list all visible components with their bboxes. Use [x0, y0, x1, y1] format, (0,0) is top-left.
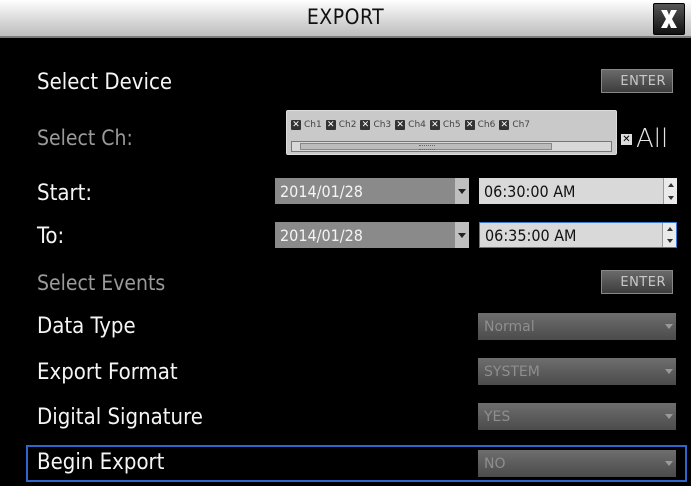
channel-item-ch5[interactable]: ✕ Ch5 [429, 120, 461, 130]
data-type-label: Data Type [37, 314, 136, 339]
close-button[interactable] [653, 3, 685, 35]
to-time-spinner[interactable]: 06:35:00 AM [479, 222, 677, 248]
begin-export-dropdown[interactable]: NO [478, 450, 676, 477]
to-time-value: 06:35:00 AM [485, 225, 577, 245]
start-time-spinner[interactable]: 06:30:00 AM [479, 178, 677, 204]
data-type-value: Normal [484, 318, 535, 335]
digital-signature-label: Digital Signature [37, 405, 203, 430]
begin-export-value: NO [484, 455, 506, 472]
checkbox-checked-icon[interactable]: ✕ [325, 120, 336, 130]
channel-item-ch4[interactable]: ✕ Ch4 [395, 120, 426, 130]
start-time-value: 06:30:00 AM [484, 181, 576, 201]
channel-selector: ✕ Ch1 ✕ Ch2 ✕ Ch3 ✕ Ch4 ✕ Ch5 ✕ Ch6 ✕ Ch7 [286, 110, 617, 155]
chevron-down-icon[interactable] [662, 450, 676, 477]
chevron-down-icon[interactable] [455, 222, 469, 248]
checkbox-checked-icon[interactable]: ✕ [464, 120, 475, 130]
channel-item-ch1[interactable]: ✕ Ch1 [291, 120, 322, 130]
select-events-enter-button[interactable]: ENTER [601, 270, 673, 294]
checkbox-checked-icon[interactable]: ✕ [395, 120, 406, 130]
to-label: To: [37, 224, 65, 249]
checkbox-checked-icon[interactable]: ✕ [360, 120, 371, 130]
select-device-label: Select Device [37, 70, 173, 95]
chevron-down-icon[interactable] [662, 358, 676, 385]
start-date-dropdown[interactable]: 2014/01/28 [275, 178, 469, 204]
channel-label: Ch2 [338, 120, 357, 130]
window-title: EXPORT [306, 5, 385, 29]
spinner-arrows-icon[interactable] [662, 223, 676, 247]
channel-label: Ch3 [373, 120, 392, 130]
select-device-enter-button[interactable]: ENTER [601, 69, 673, 93]
chevron-down-icon[interactable] [455, 178, 469, 204]
channel-label: Ch7 [512, 120, 531, 130]
channel-label: Ch6 [477, 120, 496, 130]
channel-item-ch7[interactable]: ✕ Ch7 [499, 120, 530, 130]
checkbox-checked-icon[interactable]: ✕ [621, 133, 632, 145]
channel-label: Ch1 [304, 120, 322, 130]
scrollbar-thumb[interactable] [300, 143, 552, 150]
data-type-dropdown[interactable]: Normal [478, 313, 676, 340]
start-date-value: 2014/01/28 [280, 181, 363, 201]
channel-item-ch3[interactable]: ✕ Ch3 [360, 120, 391, 130]
channel-label: Ch5 [442, 120, 461, 130]
chevron-down-icon[interactable] [662, 313, 676, 340]
spinner-arrows-icon[interactable] [663, 178, 677, 204]
select-events-label: Select Events [37, 271, 166, 295]
export-format-value: SYSTEM [484, 363, 540, 380]
export-format-label: Export Format [37, 360, 178, 385]
all-label: All [636, 124, 669, 154]
channel-scrollbar[interactable] [291, 141, 612, 152]
select-all-channels[interactable]: ✕ All [621, 124, 668, 154]
to-date-dropdown[interactable]: 2014/01/28 [275, 222, 469, 248]
channel-item-ch6[interactable]: ✕ Ch6 [464, 120, 496, 130]
select-channel-label: Select Ch: [37, 126, 133, 150]
checkbox-checked-icon[interactable]: ✕ [499, 120, 510, 130]
title-bar: EXPORT [0, 0, 691, 38]
to-date-value: 2014/01/28 [280, 225, 363, 245]
begin-export-label: Begin Export [37, 450, 165, 475]
digital-signature-dropdown[interactable]: YES [478, 403, 676, 430]
start-label: Start: [37, 181, 93, 206]
checkbox-checked-icon[interactable]: ✕ [429, 120, 440, 130]
chevron-down-icon[interactable] [662, 403, 676, 430]
close-x-icon [661, 10, 677, 28]
channel-list: ✕ Ch1 ✕ Ch2 ✕ Ch3 ✕ Ch4 ✕ Ch5 ✕ Ch6 ✕ Ch7 [291, 120, 530, 130]
checkbox-checked-icon[interactable]: ✕ [291, 120, 301, 130]
export-format-dropdown[interactable]: SYSTEM [478, 358, 676, 385]
grip-icon [419, 145, 435, 150]
channel-item-ch2[interactable]: ✕ Ch2 [325, 120, 357, 130]
channel-label: Ch4 [408, 120, 426, 130]
digital-signature-value: YES [484, 408, 511, 425]
